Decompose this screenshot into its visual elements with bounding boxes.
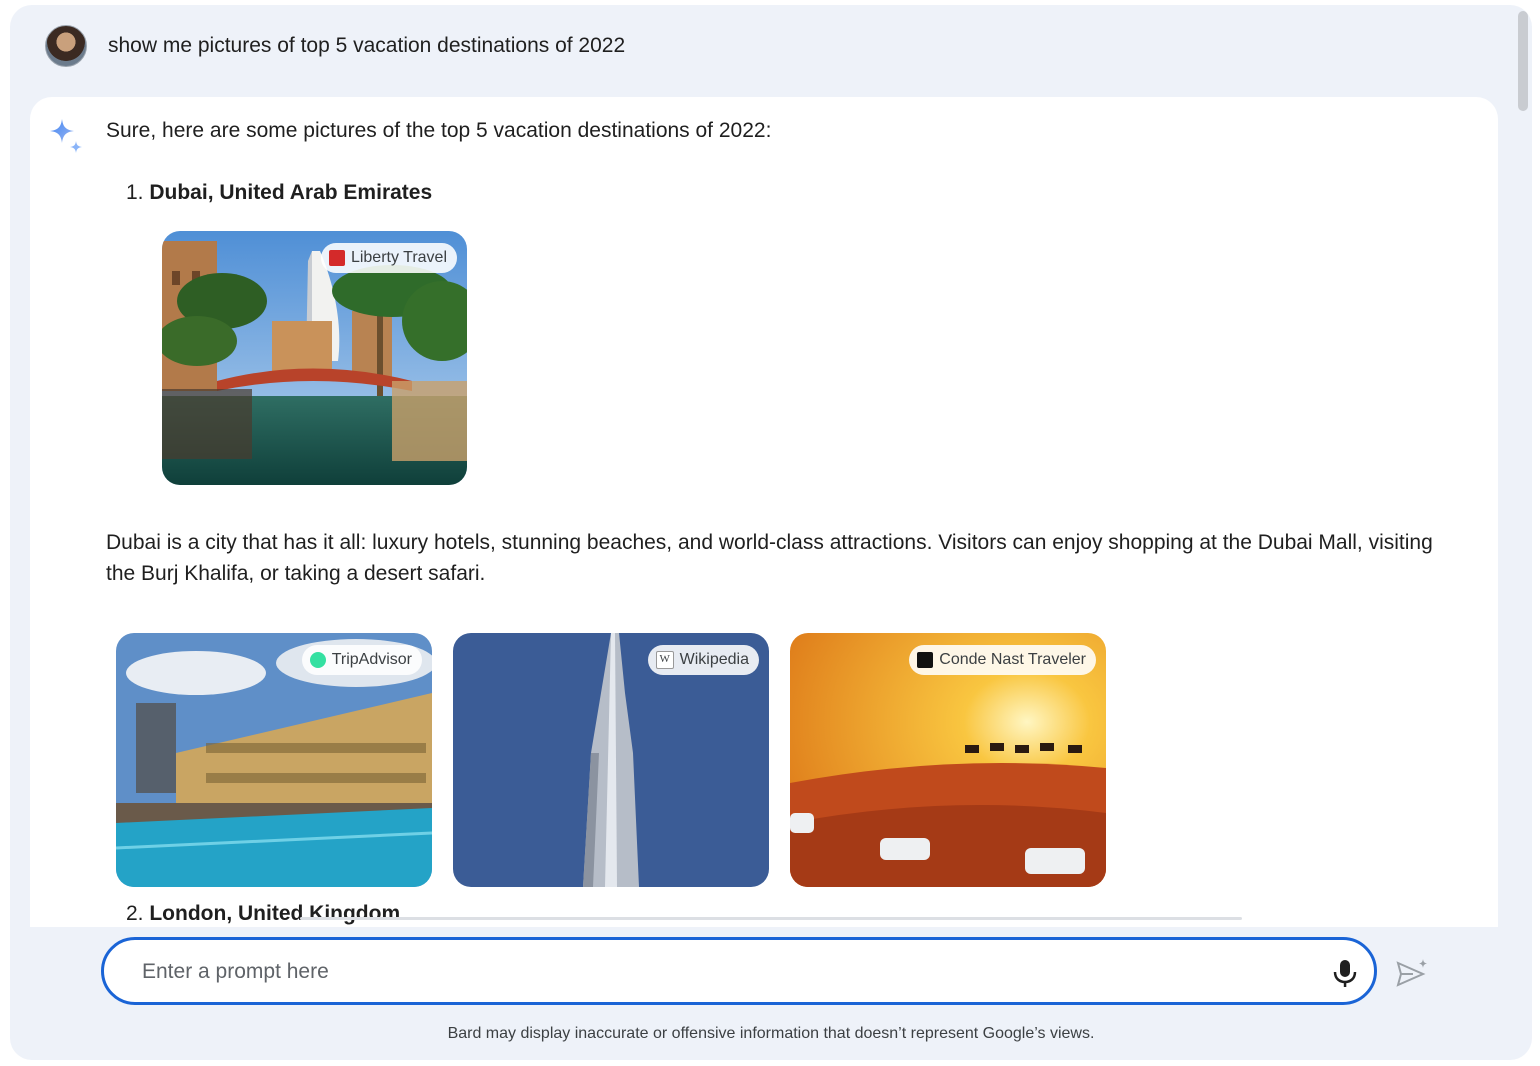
input-divider xyxy=(300,917,1242,920)
source-label: Liberty Travel xyxy=(350,249,447,266)
microphone-icon[interactable] xyxy=(1331,958,1359,988)
list-number: 2. xyxy=(126,902,144,925)
gallery-image-burj-khalifa[interactable]: W Wikipedia xyxy=(453,633,769,887)
list-item-2: 2. London, United Kingdom xyxy=(126,902,400,926)
source-badge[interactable]: TripAdvisor xyxy=(301,645,422,675)
prompt-input-container[interactable] xyxy=(101,937,1377,1005)
response-intro: Sure, here are some pictures of the top … xyxy=(106,119,772,142)
list-item-1: 1. Dubai, United Arab Emirates xyxy=(126,181,432,205)
list-item-title: London, United Kingdom xyxy=(149,902,401,925)
dubai-description: Dubai is a city that has it all: luxury … xyxy=(106,531,1433,585)
user-message: show me pictures of top 5 vacation desti… xyxy=(45,25,625,67)
bard-sparkle-icon xyxy=(50,119,82,153)
gallery-image-dubai-mall[interactable]: TripAdvisor xyxy=(116,633,432,887)
send-icon[interactable] xyxy=(1395,957,1429,989)
source-label: Wikipedia xyxy=(679,651,749,668)
source-badge[interactable]: Conde Nast Traveler xyxy=(909,645,1096,675)
source-label: Conde Nast Traveler xyxy=(939,651,1086,668)
scrollbar[interactable] xyxy=(1518,11,1528,111)
list-number: 1. xyxy=(126,181,144,204)
source-badge[interactable]: Liberty Travel xyxy=(320,243,457,273)
disclaimer-text: Bard may display inaccurate or offensive… xyxy=(447,1025,1095,1042)
bard-chat-window: show me pictures of top 5 vacation desti… xyxy=(10,5,1532,1060)
cnt-logo-icon xyxy=(917,652,934,668)
dubai-main-image[interactable]: Liberty Travel xyxy=(162,231,467,485)
wikipedia-logo-icon: W xyxy=(655,651,674,669)
list-item-title: Dubai, United Arab Emirates xyxy=(149,181,433,204)
user-avatar[interactable] xyxy=(45,25,87,67)
bard-response: Sure, here are some pictures of the top … xyxy=(30,97,1498,927)
tripadvisor-logo-icon xyxy=(309,652,326,668)
user-prompt-text: show me pictures of top 5 vacation desti… xyxy=(108,34,626,57)
gallery-image-desert-safari[interactable]: Conde Nast Traveler xyxy=(790,633,1106,887)
source-label: TripAdvisor xyxy=(331,651,412,668)
source-badge[interactable]: W Wikipedia xyxy=(647,645,759,675)
prompt-input[interactable] xyxy=(140,952,1294,992)
liberty-travel-logo-icon xyxy=(328,250,345,266)
